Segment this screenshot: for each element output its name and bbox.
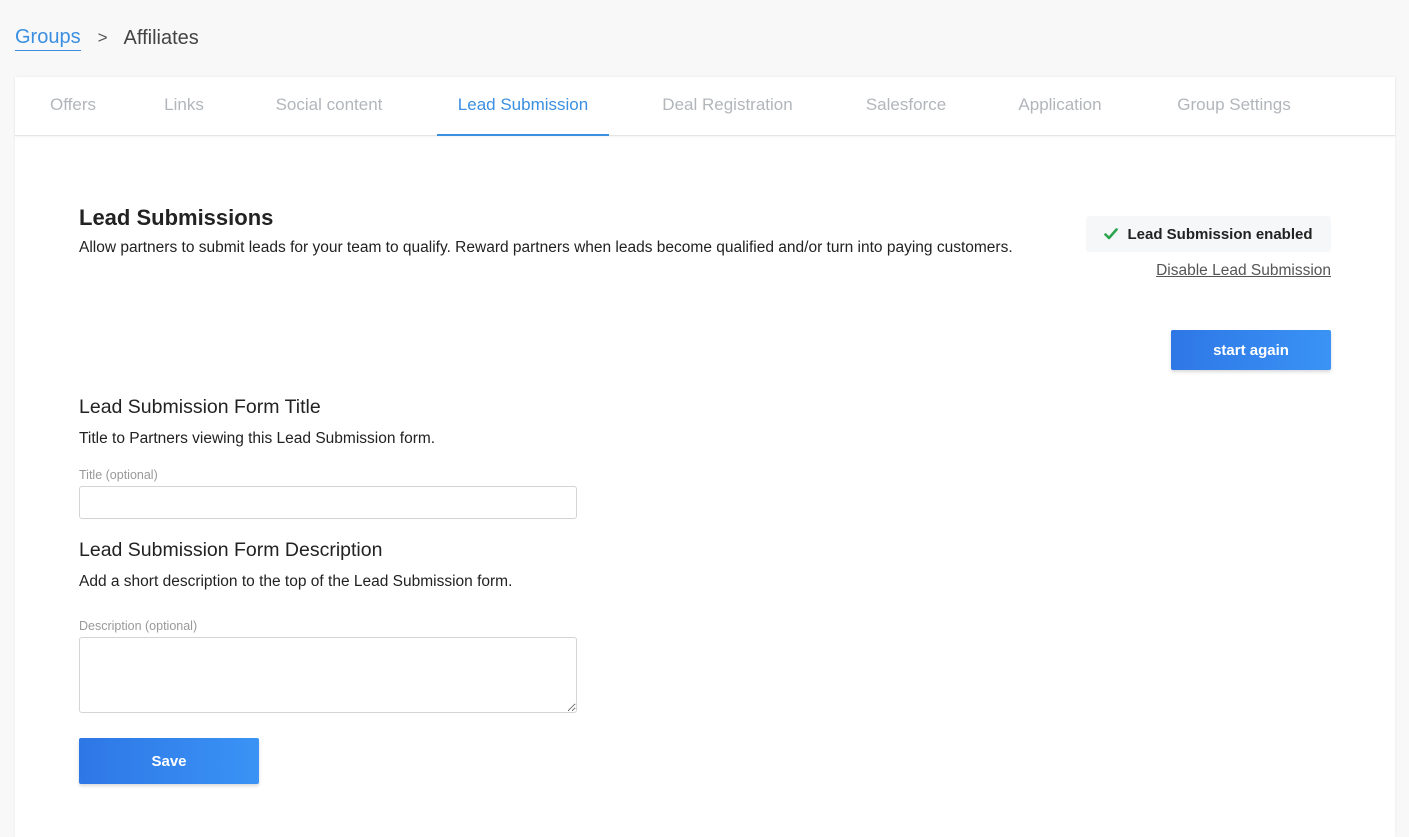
breadcrumb-separator: > <box>97 28 108 47</box>
status-label: Lead Submission enabled <box>1127 225 1313 243</box>
tab-bar: Offers Links Social content Lead Submiss… <box>15 77 1395 136</box>
tab-salesforce[interactable]: Salesforce <box>863 77 949 134</box>
section-description: Allow partners to submit leads for your … <box>79 239 1013 256</box>
tab-links[interactable]: Links <box>163 77 205 134</box>
save-button[interactable]: Save <box>79 738 259 784</box>
tab-lead-submission[interactable]: Lead Submission <box>437 77 609 136</box>
check-icon <box>1104 228 1119 240</box>
page-title: Lead Submissions <box>79 205 274 230</box>
description-textarea[interactable] <box>79 637 577 713</box>
breadcrumb-groups-link[interactable]: Groups <box>15 26 81 51</box>
tab-deal-registration[interactable]: Deal Registration <box>656 77 799 134</box>
status-badge: Lead Submission enabled <box>1086 216 1331 252</box>
title-field-label: Title (optional) <box>79 468 158 482</box>
tab-group-settings[interactable]: Group Settings <box>1171 77 1297 134</box>
form-description-heading: Lead Submission Form Description <box>79 539 383 561</box>
breadcrumb: Groups > Affiliates <box>15 24 199 52</box>
form-title-help: Title to Partners viewing this Lead Subm… <box>79 430 436 447</box>
start-again-button[interactable]: start again <box>1171 330 1331 370</box>
tab-application[interactable]: Application <box>1012 77 1108 134</box>
description-field-label: Description (optional) <box>79 619 198 633</box>
form-description-help: Add a short description to the top of th… <box>79 573 513 590</box>
title-input[interactable] <box>79 486 577 519</box>
tab-social-content[interactable]: Social content <box>269 77 389 134</box>
disable-lead-submission-link[interactable]: Disable Lead Submission <box>1156 262 1331 280</box>
tab-offers[interactable]: Offers <box>47 77 99 134</box>
form-title-heading: Lead Submission Form Title <box>79 396 321 418</box>
group-card: Offers Links Social content Lead Submiss… <box>15 77 1395 837</box>
breadcrumb-current: Affiliates <box>123 26 199 49</box>
